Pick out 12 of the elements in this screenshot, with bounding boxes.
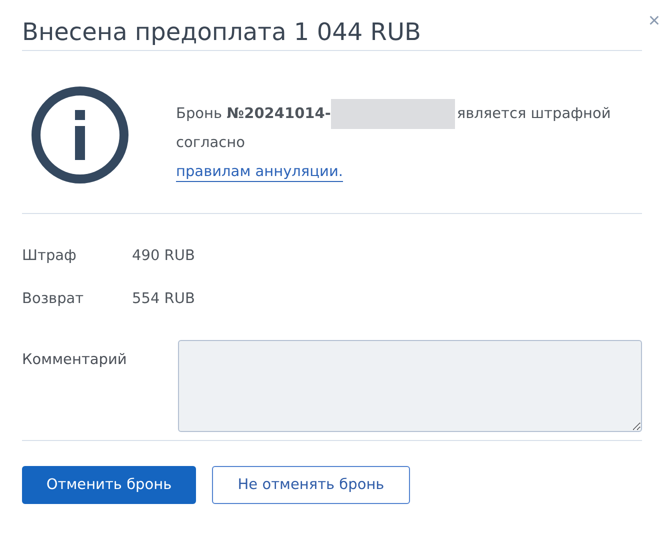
comment-label: Комментарий xyxy=(22,351,128,370)
comment-field[interactable] xyxy=(178,340,642,432)
info-icon xyxy=(31,86,129,184)
cancellation-rules-link[interactable]: правилам аннуляции. xyxy=(176,163,343,182)
keep-booking-button[interactable]: Не отменять бронь xyxy=(212,466,410,504)
cancel-booking-button[interactable]: Отменить бронь xyxy=(22,466,196,504)
dialog-title: Внесена предоплата 1 044 RUB xyxy=(22,17,421,48)
detail-value: 490 RUB xyxy=(132,248,195,264)
detail-label: Штраф xyxy=(22,248,78,264)
detail-label: Возврат xyxy=(22,290,85,306)
notice-text: Бронь №20241014- является штрафной согласно правилам аннуляции. xyxy=(176,99,641,187)
detail-value: 554 RUB xyxy=(132,290,195,306)
